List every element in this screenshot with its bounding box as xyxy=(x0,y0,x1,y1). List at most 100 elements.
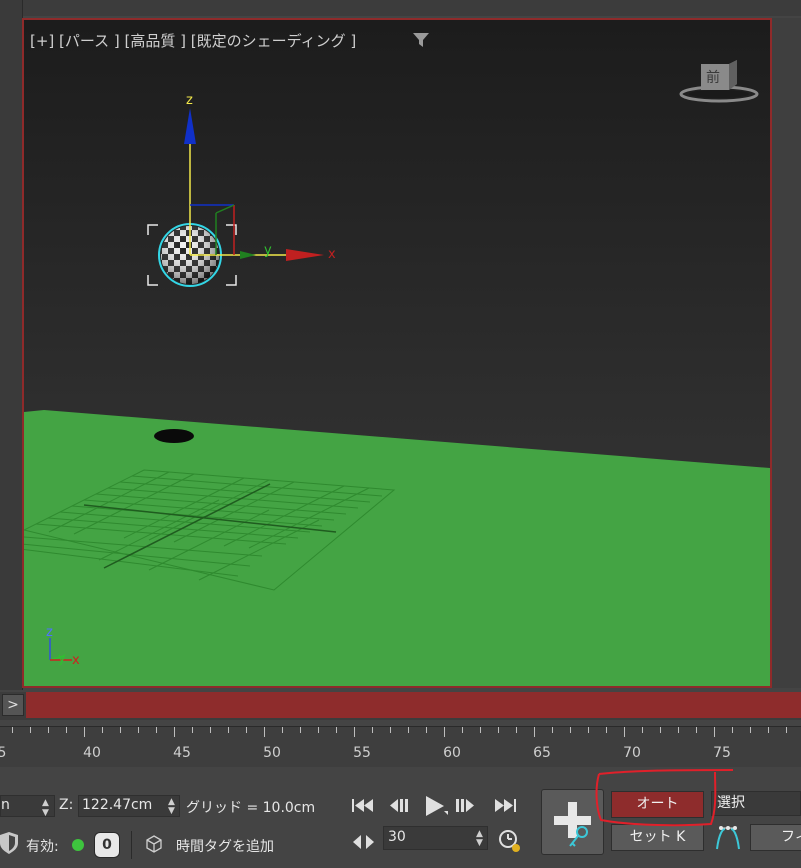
set-key-button[interactable]: セット K xyxy=(611,824,704,851)
ruler-tick xyxy=(570,727,571,733)
tripod-y-label: y xyxy=(58,651,66,666)
viewport-label-menu[interactable]: [+] [パース ] [高品質 ] [既定のシェーディング ] xyxy=(30,30,356,51)
ruler-tick xyxy=(390,727,391,733)
next-frame-icon xyxy=(456,799,474,812)
ruler-tick xyxy=(444,727,445,737)
play-icon xyxy=(426,796,448,816)
ruler-tick xyxy=(714,727,715,737)
ruler-tick xyxy=(138,727,139,733)
time-slider-next-button[interactable]: > xyxy=(2,694,24,716)
ruler-tick xyxy=(426,727,427,733)
go-to-start-icon xyxy=(352,799,373,812)
ruler-tick xyxy=(318,727,319,733)
tripod-z-label: z xyxy=(46,625,53,640)
ruler-tick xyxy=(498,727,499,733)
ruler-tick xyxy=(174,727,175,737)
ruler-frame-label: 65 xyxy=(533,745,551,761)
ruler-tick xyxy=(12,727,13,733)
ruler-tick xyxy=(588,727,589,733)
ruler-tick xyxy=(300,727,301,733)
ruler-tick xyxy=(372,727,373,733)
gizmo-x-arrow xyxy=(286,249,324,261)
ruler-frame-label: 75 xyxy=(713,745,731,761)
ruler-tick xyxy=(282,727,283,733)
ruler-tick xyxy=(606,727,607,733)
annotation-highlight xyxy=(595,769,733,827)
time-slider-track[interactable] xyxy=(26,692,801,718)
ruler-tick xyxy=(30,727,31,733)
ruler-tick xyxy=(732,727,733,733)
gizmo-x-label: x xyxy=(328,247,336,262)
ruler-frame-label: 55 xyxy=(353,745,371,761)
ruler-tick xyxy=(102,727,103,733)
ruler-tick xyxy=(678,727,679,733)
right-panel-edge xyxy=(772,18,801,688)
y-coordinate-field[interactable]: n ▲ ▼ xyxy=(0,795,55,818)
ruler-frame-label: 70 xyxy=(623,745,641,761)
ruler-frame-label: 45 xyxy=(173,745,191,761)
ruler-tick xyxy=(246,727,247,733)
ruler-tick xyxy=(156,727,157,733)
ruler-tick xyxy=(696,727,697,733)
divider xyxy=(131,831,132,859)
ground-plane xyxy=(24,410,770,686)
ruler-frame-label: 60 xyxy=(443,745,461,761)
ruler-tick xyxy=(660,727,661,733)
enabled-label: 有効: xyxy=(26,839,59,855)
ruler-tick xyxy=(354,727,355,737)
z-coordinate-label: Z: xyxy=(59,797,74,813)
ruler-tick xyxy=(642,727,643,733)
enabled-count-badge[interactable]: 0 xyxy=(94,832,120,858)
current-frame-field[interactable]: 30 ▲ ▼ xyxy=(383,826,488,850)
ruler-tick xyxy=(264,727,265,737)
shield-icon[interactable] xyxy=(0,832,18,854)
ruler-tick xyxy=(192,727,193,733)
filter-icon[interactable] xyxy=(412,32,430,48)
tripod-x-label: x xyxy=(72,653,80,668)
track-bar-ruler[interactable]: 540455055606570758 xyxy=(0,726,801,767)
previous-frame-icon xyxy=(390,799,408,812)
ruler-tick xyxy=(480,727,481,733)
add-time-tag-button[interactable]: 時間タグを追加 xyxy=(176,836,274,856)
viewport-scene: z y x z y x xyxy=(24,93,770,686)
ruler-tick xyxy=(786,727,787,733)
frame-step-arrows-icon[interactable] xyxy=(352,833,376,851)
viewcube-face-label: 前 xyxy=(706,70,720,86)
playback-controls xyxy=(352,796,516,816)
ruler-tick xyxy=(750,727,751,733)
gizmo-y-label: y xyxy=(264,243,272,258)
ruler-tick xyxy=(48,727,49,733)
gizmo-z-label: z xyxy=(186,93,193,108)
ruler-frame-label: 50 xyxy=(263,745,281,761)
ruler-tick xyxy=(408,727,409,733)
ruler-tick xyxy=(516,727,517,733)
ruler-frame-label: 40 xyxy=(83,745,101,761)
enabled-status-dot-icon xyxy=(72,839,84,851)
left-panel-edge xyxy=(0,0,23,690)
ruler-tick xyxy=(228,727,229,733)
key-filters-button[interactable]: フィ xyxy=(750,824,801,851)
ruler-frame-label: 5 xyxy=(0,745,7,761)
ruler-tick xyxy=(534,727,535,737)
perspective-viewport[interactable]: z y x z y x [+] [パース ] [高品質 ] [既定のシェーディン… xyxy=(22,18,772,688)
ruler-tick xyxy=(120,727,121,733)
gizmo-z-arrow xyxy=(184,108,196,144)
ruler-tick xyxy=(768,727,769,733)
ball-shadow xyxy=(154,429,194,443)
time-configuration-icon[interactable] xyxy=(498,829,522,853)
z-coordinate-field[interactable]: 122.47cm ▲ ▼ xyxy=(78,795,180,817)
ruler-tick xyxy=(336,727,337,733)
go-to-end-icon xyxy=(495,799,516,812)
ruler-tick xyxy=(624,727,625,737)
spinner-icon: ▲ ▼ xyxy=(476,829,483,848)
ruler-tick xyxy=(552,727,553,733)
ruler-tick xyxy=(462,727,463,733)
grid-size-readout: グリッド = 10.0cm xyxy=(186,800,316,816)
ruler-tick xyxy=(84,727,85,737)
time-slider[interactable]: > xyxy=(0,692,801,720)
ruler-tick xyxy=(66,727,67,733)
viewcube[interactable]: 前 xyxy=(679,58,759,106)
top-strip xyxy=(0,0,801,16)
spinner-icon: ▲ ▼ xyxy=(168,797,175,816)
ruler-tick xyxy=(210,727,211,733)
